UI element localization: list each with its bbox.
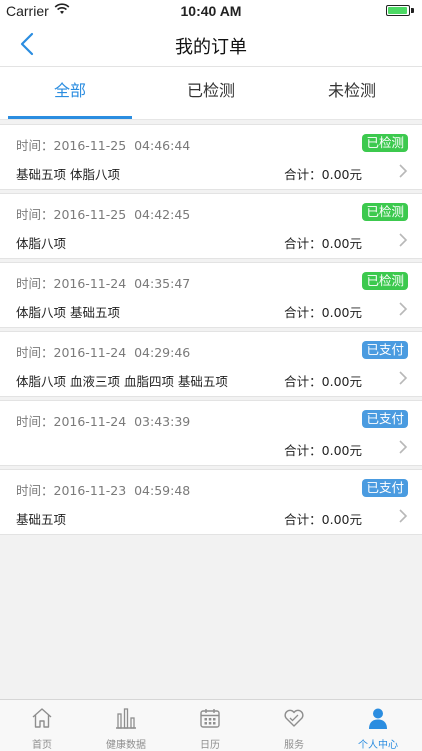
tab-unchecked[interactable]: 未检测 [282,67,422,119]
tabbar-label: 个人中心 [358,740,398,751]
order-items: 体脂八项 [16,236,67,251]
order-items: 基础五项 [16,512,67,527]
order-total: 合计：0.00元 [284,236,362,251]
page-title: 我的订单 [175,37,247,58]
order-time: 时间：2016-11-24 03:43:39 [16,414,191,429]
active-tab-indicator [8,116,132,119]
order-filter-tabs: 全部 已检测 未检测 [0,67,422,120]
order-total: 合计：0.00元 [284,167,362,182]
tabbar-item-health-data[interactable]: 健康数据 [84,700,168,751]
status-badge: 已支付 [362,410,408,428]
order-card[interactable]: 时间：2016-11-25 04:42:45 已检测 体脂八项 合计：0.00元 [0,193,422,259]
home-icon [32,708,52,728]
tab-label: 已检测 [186,81,235,100]
tab-label: 全部 [53,81,86,100]
battery-icon [386,5,416,16]
navigation-bar: 我的订单 [0,22,422,67]
order-total: 合计：0.00元 [284,443,362,458]
status-badge: 已检测 [362,272,408,290]
person-icon [369,708,387,729]
order-total: 合计：0.00元 [284,305,362,320]
status-bar: Carrier 10:40 AM [0,0,422,22]
order-card[interactable]: 时间：2016-11-24 04:35:47 已检测 体脂八项 基础五项 合计：… [0,262,422,328]
calendar-icon [200,709,220,728]
order-items: 基础五项 体脂八项 [16,167,120,182]
tabbar-item-profile[interactable]: 个人中心 [336,700,420,751]
chevron-right-icon [399,509,408,523]
order-card[interactable]: 时间：2016-11-25 04:46:44 已检测 基础五项 体脂八项 合计：… [0,124,422,190]
order-card[interactable]: 时间：2016-11-23 04:59:48 已支付 基础五项 合计：0.00元 [0,469,422,535]
chevron-right-icon [399,371,408,385]
status-badge: 已检测 [362,134,408,152]
tab-label: 未检测 [327,81,376,100]
order-total: 合计：0.00元 [284,512,362,527]
bottom-tab-bar: 首页 健康数据 日历 服务 个人中心 [0,699,422,751]
chevron-right-icon [399,164,408,178]
tab-all[interactable]: 全部 [0,67,140,119]
clock: 10:40 AM [180,3,242,19]
chevron-right-icon [399,302,408,316]
order-time: 时间：2016-11-24 04:35:47 [16,276,191,291]
order-items: 体脂八项 血液三项 血脂四项 基础五项 [16,374,228,389]
tabbar-label: 服务 [284,740,304,751]
order-card[interactable]: 时间：2016-11-24 03:43:39 已支付 合计：0.00元 [0,400,422,466]
order-items: 体脂八项 基础五项 [16,305,120,320]
order-time: 时间：2016-11-25 04:46:44 [16,138,191,153]
order-time: 时间：2016-11-25 04:42:45 [16,207,191,222]
order-time: 时间：2016-11-23 04:59:48 [16,483,191,498]
tabbar-label: 首页 [32,740,52,751]
tabbar-item-service[interactable]: 服务 [252,700,336,751]
order-time: 时间：2016-11-24 04:29:46 [16,345,191,360]
bar-chart-icon [116,708,136,729]
tabbar-item-home[interactable]: 首页 [0,700,84,751]
tab-checked[interactable]: 已检测 [141,67,281,119]
status-badge: 已支付 [362,479,408,497]
order-total: 合计：0.00元 [284,374,362,389]
order-card[interactable]: 时间：2016-11-24 04:29:46 已支付 体脂八项 血液三项 血脂四… [0,331,422,397]
chevron-right-icon [399,233,408,247]
status-badge: 已检测 [362,203,408,221]
chevron-right-icon [399,440,408,454]
tabbar-label: 日历 [200,740,220,751]
tabbar-label: 健康数据 [106,740,146,751]
heart-icon [284,709,304,727]
tabbar-item-calendar[interactable]: 日历 [168,700,252,751]
status-badge: 已支付 [362,341,408,359]
